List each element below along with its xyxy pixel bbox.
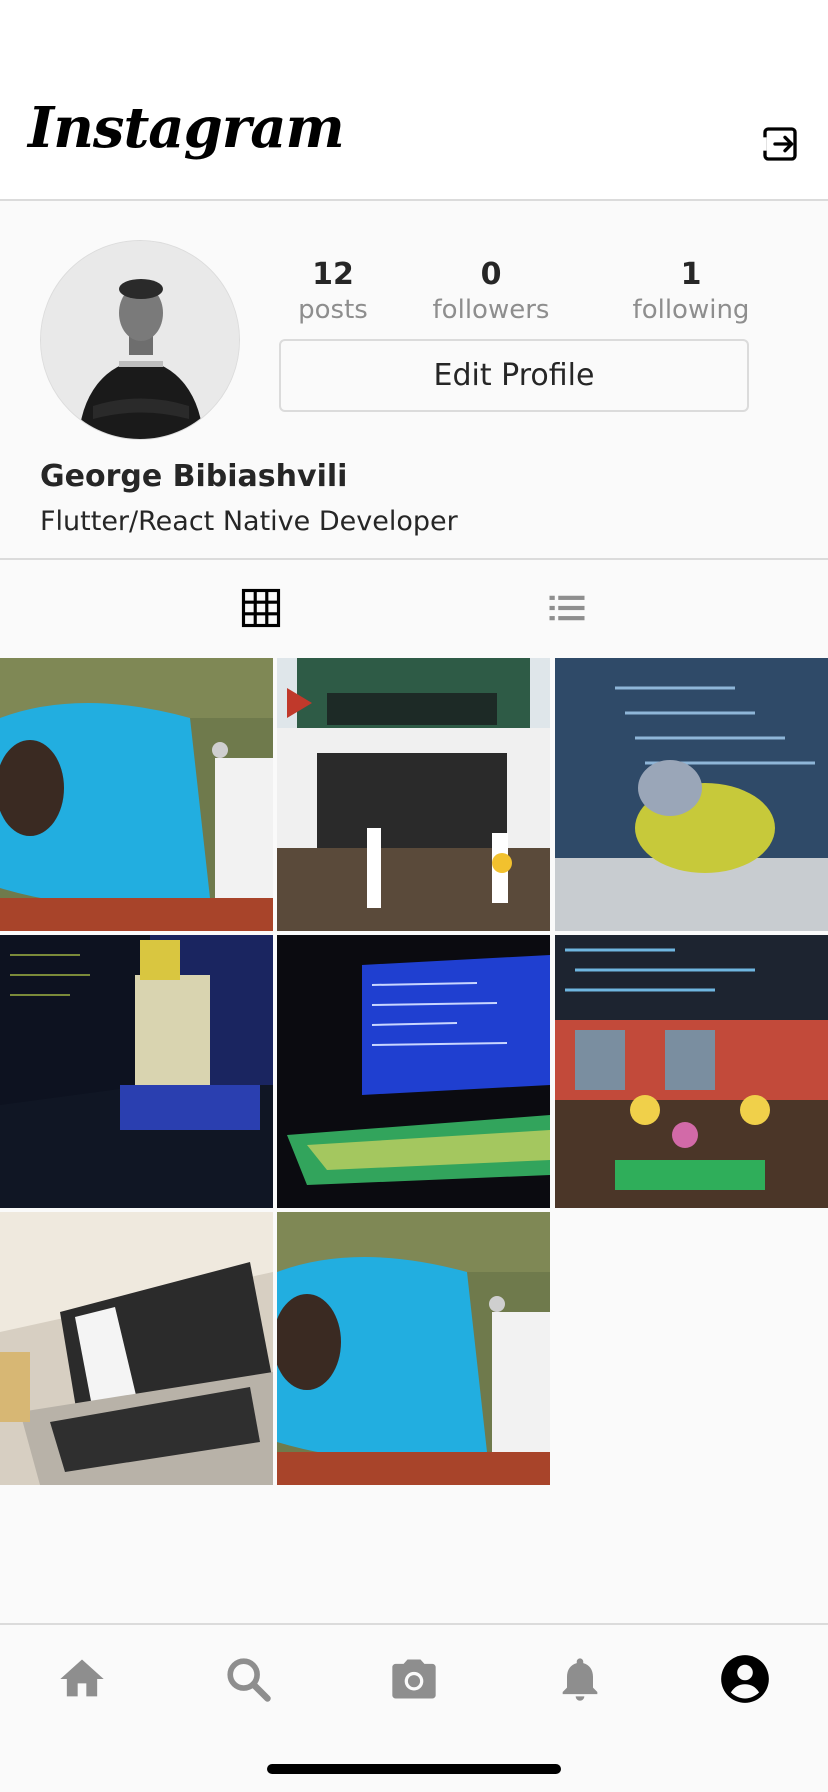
post-image xyxy=(0,1212,273,1485)
logout-icon xyxy=(760,127,797,161)
nav-notifications[interactable] xyxy=(548,1647,612,1711)
followers-count: 0 xyxy=(480,257,502,292)
avatar[interactable] xyxy=(40,240,240,440)
camera-icon xyxy=(392,1659,436,1699)
list-icon xyxy=(549,595,585,621)
post-image xyxy=(277,935,550,1208)
followers-label: followers xyxy=(432,295,550,325)
following-stat[interactable]: 1 following xyxy=(606,256,776,326)
nav-search[interactable] xyxy=(216,1647,280,1711)
nav-home[interactable] xyxy=(50,1647,114,1711)
profile-section: 12 posts 0 followers 1 following Edit Pr… xyxy=(0,201,828,560)
home-indicator[interactable] xyxy=(267,1764,561,1774)
instagram-logo: Instagram xyxy=(28,95,345,161)
bell-icon xyxy=(562,1658,598,1701)
edit-profile-button[interactable]: Edit Profile xyxy=(279,339,749,412)
grid-icon xyxy=(241,588,281,628)
nav-profile[interactable] xyxy=(713,1647,777,1711)
post-thumbnail[interactable] xyxy=(277,1212,550,1485)
post-image xyxy=(277,658,550,931)
post-thumbnail[interactable] xyxy=(0,1212,273,1485)
post-image xyxy=(555,935,828,1208)
home-icon xyxy=(60,1659,104,1697)
post-thumbnail[interactable] xyxy=(277,658,550,931)
post-image xyxy=(0,935,273,1208)
post-thumbnail[interactable] xyxy=(0,935,273,1208)
app-header: Instagram xyxy=(0,0,828,201)
profile-name: George Bibiashvili xyxy=(40,459,348,494)
post-thumbnail[interactable] xyxy=(277,935,550,1208)
profile-bio: Flutter/React Native Developer xyxy=(40,506,458,537)
logout-button[interactable] xyxy=(758,122,802,166)
nav-camera[interactable] xyxy=(382,1647,446,1711)
following-label: following xyxy=(632,295,750,325)
profile-icon xyxy=(721,1655,769,1703)
post-image xyxy=(277,1212,550,1485)
post-thumbnail[interactable] xyxy=(555,658,828,931)
posts-count: 12 xyxy=(312,257,354,292)
posts-stat[interactable]: 12 posts xyxy=(248,256,418,326)
posts-label: posts xyxy=(298,295,368,325)
post-image xyxy=(0,658,273,931)
profile-tabs xyxy=(0,560,828,656)
post-image xyxy=(555,658,828,931)
following-count: 1 xyxy=(680,257,702,292)
post-thumbnail[interactable] xyxy=(555,935,828,1208)
avatar-photo xyxy=(41,241,239,439)
post-thumbnail[interactable] xyxy=(0,658,273,931)
search-icon xyxy=(227,1658,271,1702)
followers-stat[interactable]: 0 followers xyxy=(406,256,576,326)
profile-stats: 12 posts 0 followers 1 following xyxy=(278,256,749,326)
tab-list[interactable] xyxy=(360,560,774,656)
